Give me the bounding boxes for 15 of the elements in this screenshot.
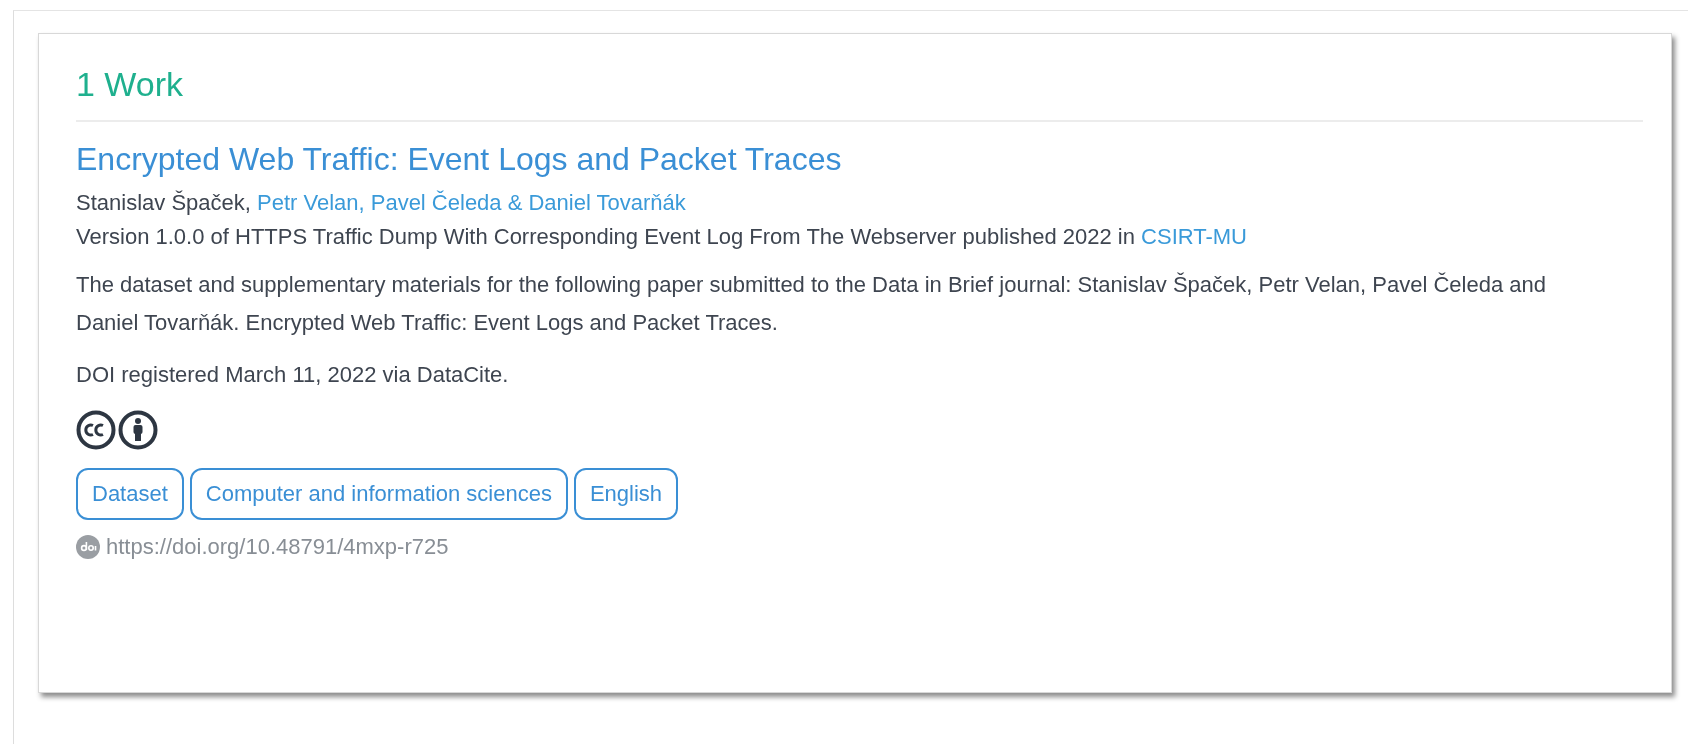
tag-link[interactable]: Computer and information sciences <box>189 468 568 520</box>
tag-link[interactable]: Dataset <box>76 468 184 520</box>
tag-link[interactable]: English <box>573 468 679 520</box>
work-description: The dataset and supplementary materials for the following paper submitted to the Data in Brief journal: Stanislav Špaček, Petr Velan, Pavel Čeleda and Daniel Tovarňák. Encrypted Web Traffic: Event Logs and Packet Traces. <box>76 271 1547 337</box>
version-info: Version 1.0.0 of HTTPS Traffic Dump With Corresponding Event Log From The Webserver published 2022 in CSIRT-MU <box>76 223 1248 251</box>
author-list: Stanislav Špaček, Petr Velan, Pavel Čeleda & Daniel Tovarňák <box>76 186 1643 220</box>
doi-link[interactable]: https://doi.org/10.48791/4mxp-r725 <box>106 534 449 560</box>
person-icon <box>118 410 158 450</box>
author-link[interactable]: Petr Velan, Pavel Čeleda & Daniel Tovarňák <box>257 190 686 215</box>
creative-commons-icon <box>76 410 116 450</box>
registration-info: DOI registered March 11, 2022 via DataCite. <box>76 361 510 389</box>
publisher-link[interactable]: CSIRT-MU <box>1141 224 1247 249</box>
doi-icon <box>76 535 100 559</box>
results-heading: 1 Work <box>76 64 185 104</box>
work-title-link[interactable]: Encrypted Web Traffic: Event Logs and Packet Traces <box>76 138 842 180</box>
